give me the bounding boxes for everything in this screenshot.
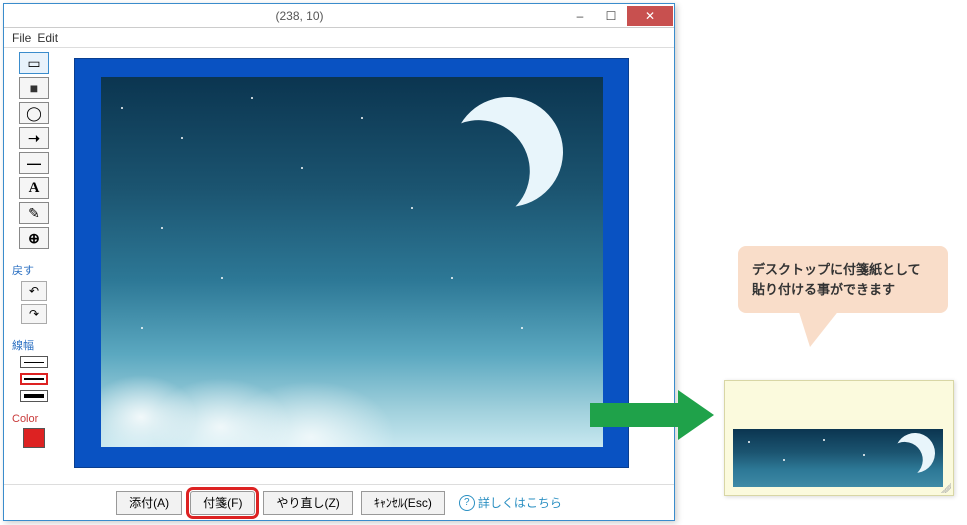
redo-action-button[interactable]: やり直し(Z) bbox=[263, 491, 352, 515]
cloud-shape bbox=[101, 337, 401, 447]
window-title: (238, 10) bbox=[34, 9, 565, 23]
maximize-button[interactable]: ☐ bbox=[596, 6, 626, 26]
bottom-bar: 添付(A) 付箋(F) やり直し(Z) ｷｬﾝｾﾙ(Esc) 詳しくはこちら bbox=[4, 484, 674, 520]
content-area: ▭ ■ ◯ ➝ ― A ✎ ⊕ 戻す ↶ ↷ 線幅 Color bbox=[4, 48, 674, 484]
tool-arrow[interactable]: ➝ bbox=[19, 127, 49, 149]
sticky-button[interactable]: 付箋(F) bbox=[190, 491, 255, 515]
tool-highlight[interactable]: ✎ bbox=[19, 202, 49, 224]
menu-edit[interactable]: Edit bbox=[37, 31, 58, 45]
minimize-button[interactable]: – bbox=[565, 6, 595, 26]
callout-line2: 貼り付ける事ができます bbox=[752, 280, 934, 300]
linewidth-thin[interactable] bbox=[20, 356, 48, 368]
linewidth-thick-preview bbox=[24, 394, 44, 398]
help-link[interactable]: 詳しくはこちら bbox=[459, 494, 562, 511]
redo-button[interactable]: ↷ bbox=[21, 304, 47, 324]
redo-icon: ↷ bbox=[29, 307, 39, 321]
linewidth-medium[interactable] bbox=[20, 373, 48, 385]
sticky-note-preview bbox=[724, 380, 954, 496]
tool-line[interactable]: ― bbox=[19, 152, 49, 174]
window-controls: – ☐ ✕ bbox=[565, 6, 674, 26]
callout-bubble: デスクトップに付箋紙として 貼り付ける事ができます bbox=[738, 246, 948, 313]
canvas-image bbox=[101, 77, 603, 447]
rectangle-outline-icon: ▭ bbox=[27, 55, 40, 72]
text-icon: A bbox=[29, 180, 40, 197]
attach-button[interactable]: 添付(A) bbox=[116, 491, 182, 515]
linewidth-section-label: 線幅 bbox=[12, 337, 34, 353]
linewidth-medium-preview bbox=[24, 378, 44, 380]
resize-grip-icon[interactable] bbox=[941, 483, 951, 493]
linewidth-thin-preview bbox=[24, 362, 44, 363]
tool-sidebar: ▭ ■ ◯ ➝ ― A ✎ ⊕ 戻す ↶ ↷ 線幅 Color bbox=[4, 48, 64, 484]
menu-file[interactable]: File bbox=[12, 31, 31, 45]
close-button[interactable]: ✕ bbox=[627, 6, 673, 26]
tool-text[interactable]: A bbox=[19, 177, 49, 199]
line-icon: ― bbox=[27, 155, 41, 171]
undo-icon: ↶ bbox=[29, 284, 39, 298]
cancel-button[interactable]: ｷｬﾝｾﾙ(Esc) bbox=[361, 491, 445, 515]
moon-icon bbox=[438, 82, 579, 223]
linewidth-thick[interactable] bbox=[20, 390, 48, 402]
rectangle-filled-icon: ■ bbox=[30, 80, 38, 96]
ellipse-icon: ◯ bbox=[26, 105, 42, 122]
flow-arrow-icon bbox=[590, 390, 720, 440]
app-window: (238, 10) – ☐ ✕ File Edit ▭ ■ ◯ ➝ ― A ✎ … bbox=[3, 3, 675, 521]
canvas-frame[interactable] bbox=[74, 58, 629, 468]
magnify-icon: ⊕ bbox=[28, 230, 40, 247]
pen-icon: ✎ bbox=[28, 205, 40, 222]
color-section-label: Color bbox=[12, 413, 38, 425]
undo-button[interactable]: ↶ bbox=[21, 281, 47, 301]
color-swatch[interactable] bbox=[23, 428, 45, 448]
callout-line1: デスクトップに付箋紙として bbox=[752, 260, 934, 280]
arrow-icon: ➝ bbox=[28, 130, 40, 147]
moon-small-icon bbox=[889, 429, 940, 479]
menubar: File Edit bbox=[4, 28, 674, 48]
undo-section-label: 戻す bbox=[12, 262, 34, 278]
canvas-area bbox=[64, 48, 674, 484]
tool-zoom[interactable]: ⊕ bbox=[19, 227, 49, 249]
tool-ellipse[interactable]: ◯ bbox=[19, 102, 49, 124]
titlebar: (238, 10) – ☐ ✕ bbox=[4, 4, 674, 28]
tool-rectangle-filled[interactable]: ■ bbox=[19, 77, 49, 99]
sticky-thumbnail bbox=[733, 429, 943, 487]
tool-rectangle-outline[interactable]: ▭ bbox=[19, 52, 49, 74]
